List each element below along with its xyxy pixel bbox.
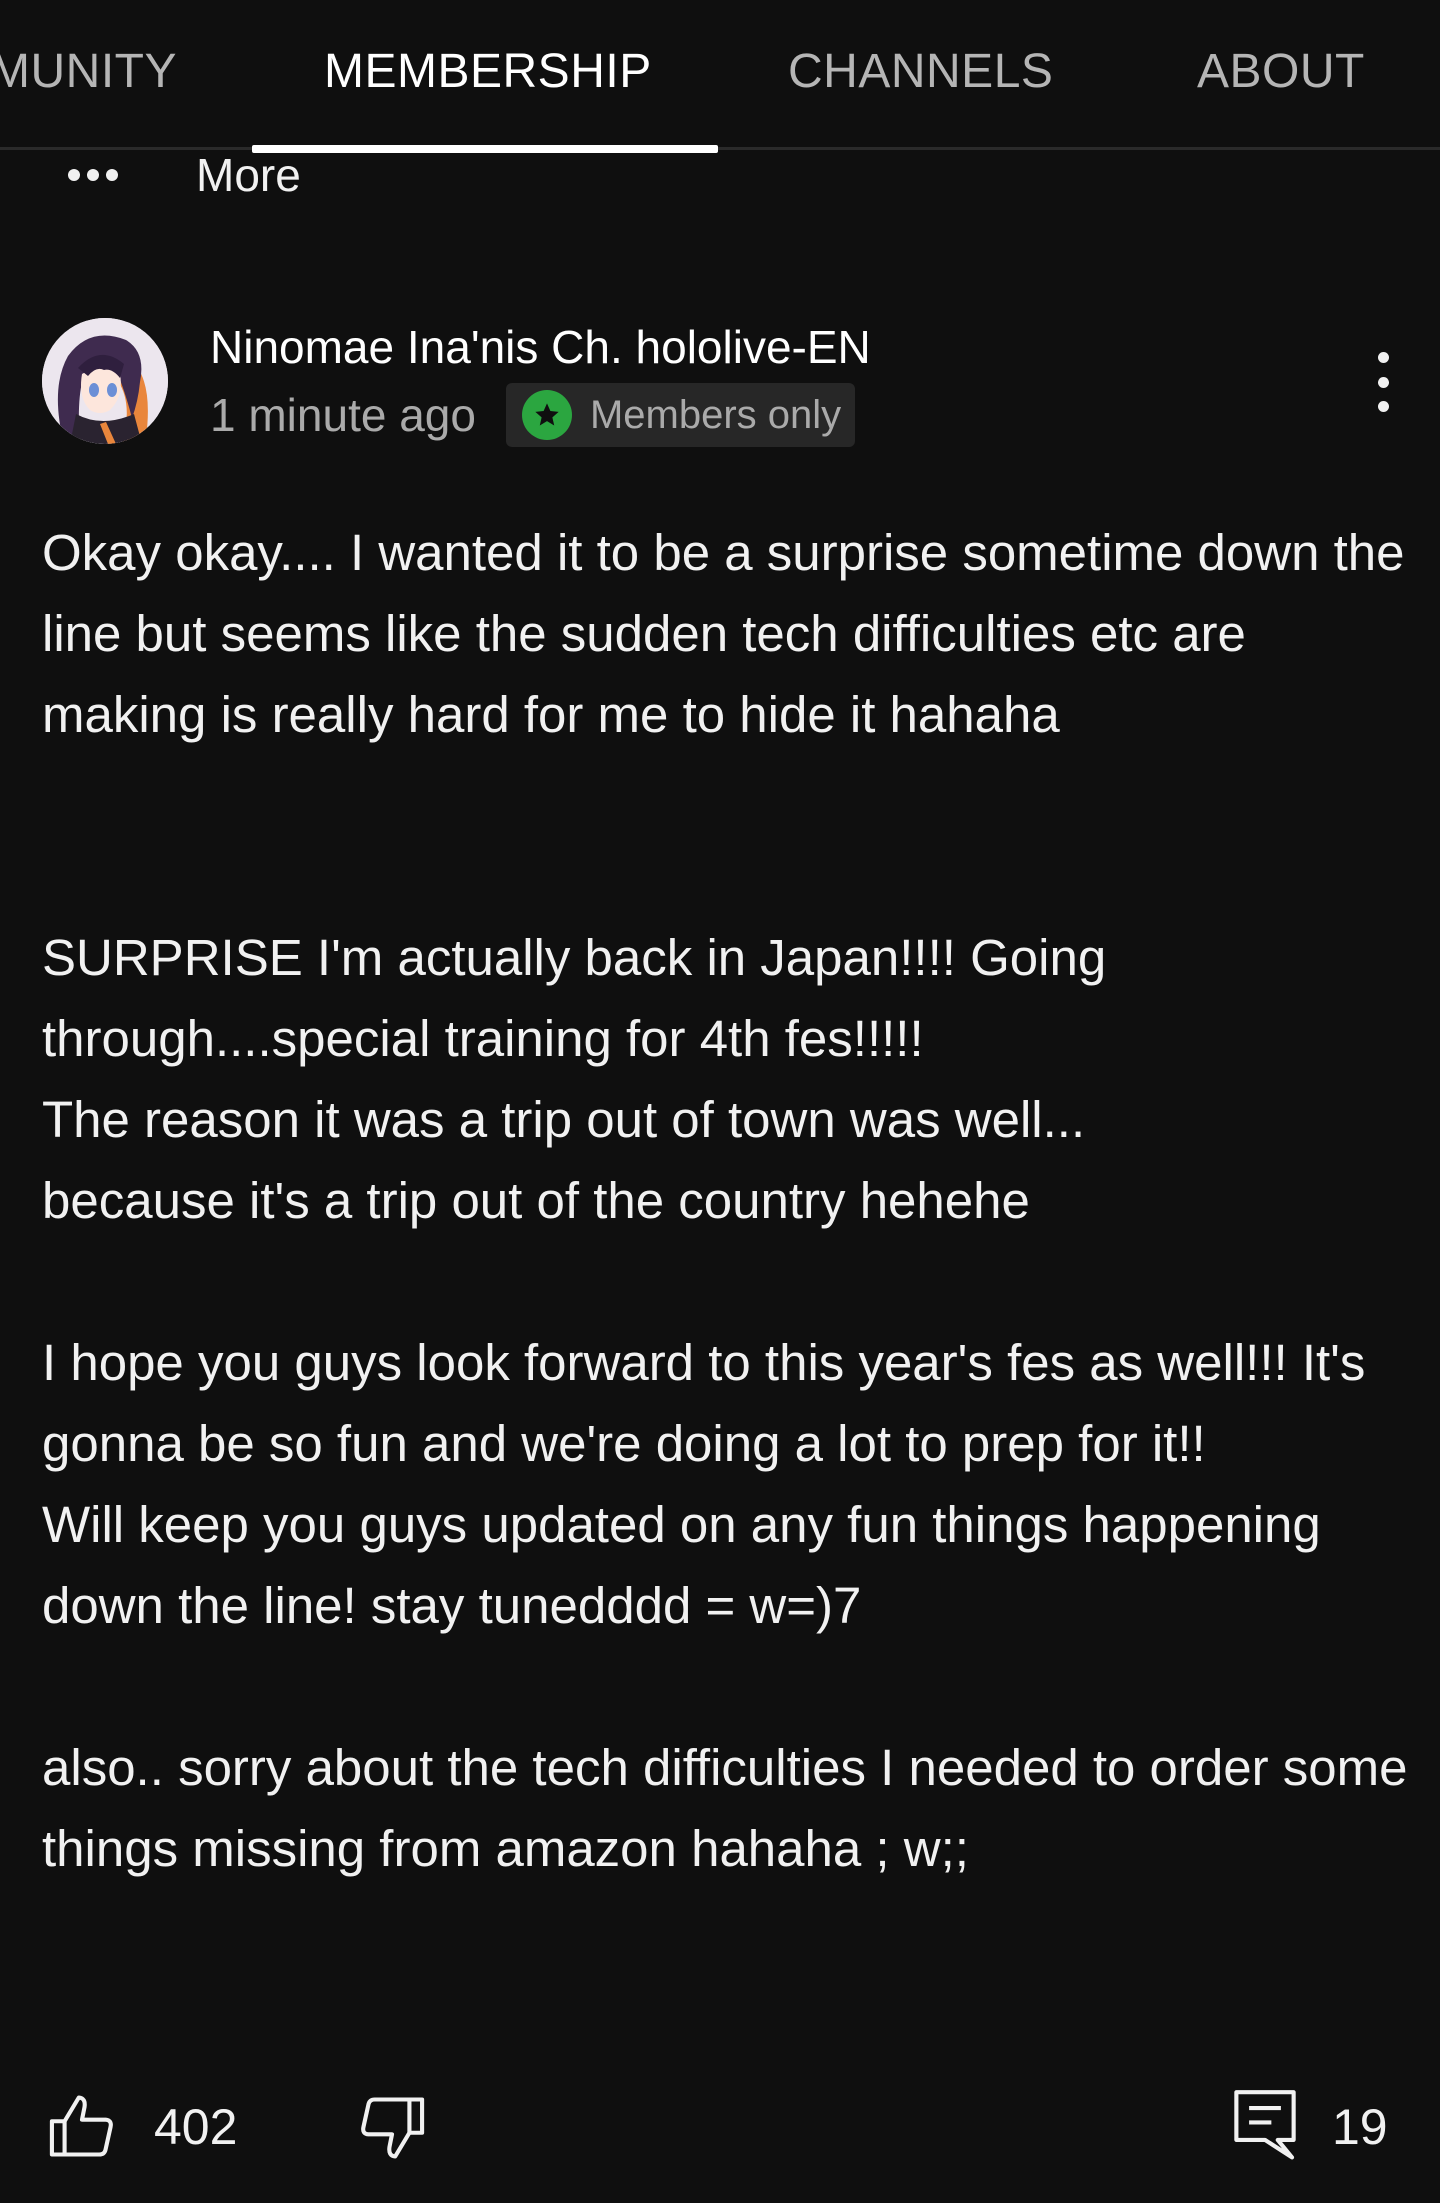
members-only-label: Members only xyxy=(589,392,842,437)
avatar-image xyxy=(42,318,168,444)
like-count: 402 xyxy=(154,2099,238,2155)
tab-channels[interactable]: CHANNELS xyxy=(788,44,1053,99)
channel-avatar[interactable] xyxy=(42,318,168,444)
post-paragraph-3: I hope you guys look forward to this yea… xyxy=(42,1334,1366,1634)
comment-icon[interactable] xyxy=(1230,2084,1300,2164)
kebab-menu-icon[interactable] xyxy=(1368,352,1398,412)
channel-tab-bar: MUNITY MEMBERSHIP CHANNELS ABOUT xyxy=(0,0,1440,150)
post-paragraph-4: also.. sorry about the tech difficulties… xyxy=(42,1739,1408,1877)
post-paragraph-2: SURPRISE I'm actually back in Japan!!!! … xyxy=(42,929,1107,1229)
comment-count[interactable]: 19 xyxy=(1332,2098,1388,2156)
members-star-icon xyxy=(521,390,572,440)
more-label: More xyxy=(196,149,301,201)
post-content: Okay okay.... I wanted it to be a surpri… xyxy=(42,512,1412,1889)
more-dots-icon xyxy=(68,169,124,181)
post-action-bar: 402 19 xyxy=(0,2080,1440,2180)
post-timestamp[interactable]: 1 minute ago xyxy=(210,388,476,442)
post-paragraph-1: Okay okay.... I wanted it to be a surpri… xyxy=(42,524,1405,743)
community-post-page: MUNITY MEMBERSHIP CHANNELS ABOUT More Ni… xyxy=(0,0,1440,2203)
tab-about[interactable]: ABOUT xyxy=(1197,44,1365,99)
active-tab-indicator xyxy=(252,145,718,153)
more-button[interactable]: More xyxy=(68,145,301,205)
thumbs-up-icon[interactable] xyxy=(44,2088,120,2164)
tab-community[interactable]: MUNITY xyxy=(0,44,177,99)
thumbs-down-icon[interactable] xyxy=(354,2090,430,2166)
members-only-badge: Members only xyxy=(505,383,856,447)
post-author-name[interactable]: Ninomae Ina'nis Ch. hololive-EN xyxy=(210,320,871,374)
tab-membership[interactable]: MEMBERSHIP xyxy=(324,44,652,99)
post-meta: 1 minute ago Members only xyxy=(210,383,856,447)
